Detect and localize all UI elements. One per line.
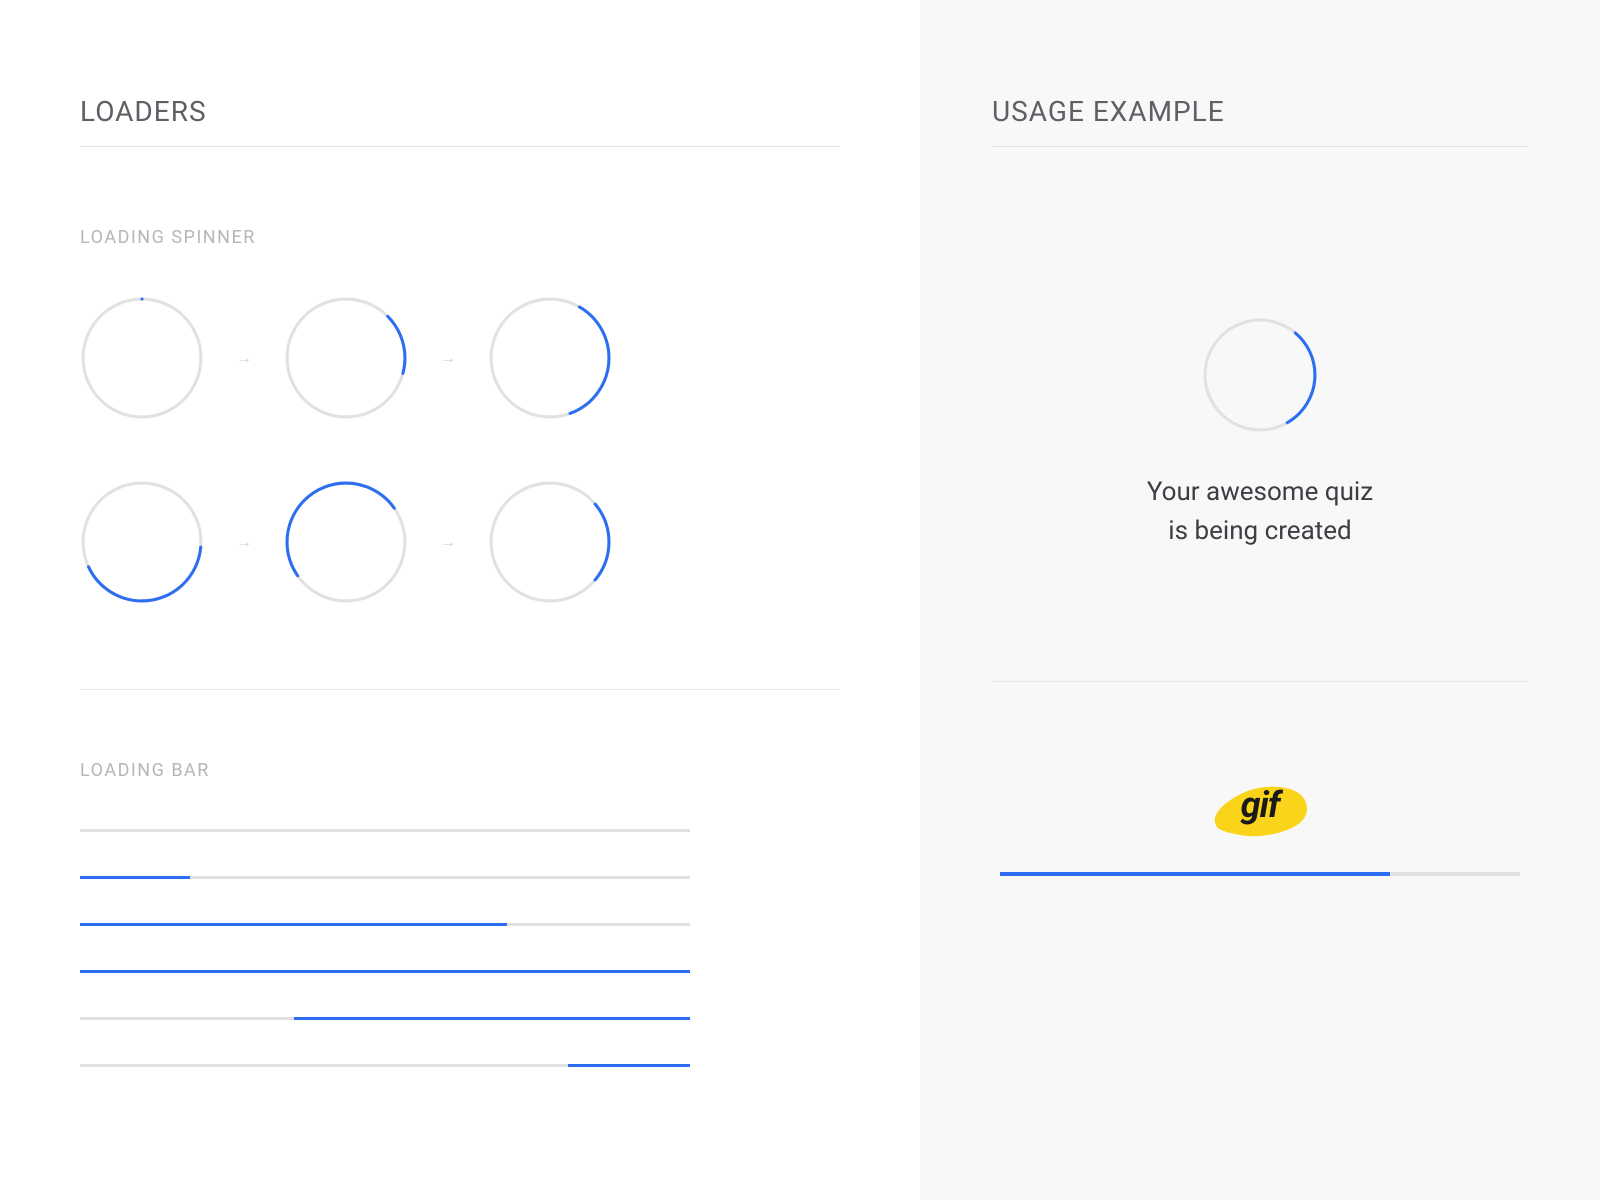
example-text-line2: is being created	[1168, 516, 1351, 546]
spinner	[488, 296, 612, 420]
loading-bar	[80, 1017, 690, 1020]
loading-bar	[80, 923, 690, 926]
loading-bar	[80, 829, 690, 832]
spinner-row: → →	[80, 480, 840, 604]
example-spinner	[1202, 317, 1318, 433]
loading-bar	[80, 970, 690, 973]
gif-example-area: gif	[992, 772, 1528, 876]
example-text-line1: Your awesome quiz	[1147, 477, 1373, 507]
spinner-grid: → → → →	[80, 296, 840, 604]
usage-example-title: USAGE EXAMPLE	[992, 95, 1528, 128]
loading-bar	[80, 1064, 690, 1067]
loading-spinner-title: LOADING SPINNER	[80, 227, 840, 248]
divider	[80, 146, 840, 147]
arrow-right-icon: →	[438, 348, 458, 368]
spinner-row: → →	[80, 296, 840, 420]
spinner	[488, 480, 612, 604]
loading-bar-fill	[80, 970, 690, 973]
bars-container	[80, 829, 840, 1067]
loaders-title: LOADERS	[80, 95, 840, 128]
spinner	[80, 296, 204, 420]
arrow-right-icon: →	[234, 348, 254, 368]
loading-bar-fill	[568, 1064, 690, 1067]
thin-divider	[80, 689, 840, 690]
spinner	[80, 480, 204, 604]
arrow-right-icon: →	[234, 532, 254, 552]
divider	[992, 681, 1528, 682]
loading-bar-title: LOADING BAR	[80, 760, 840, 781]
spinner	[284, 480, 408, 604]
loading-bar-fill	[80, 876, 190, 879]
loading-bar-fill	[294, 1017, 691, 1020]
loading-bar	[80, 876, 690, 879]
arrow-right-icon: →	[438, 532, 458, 552]
gif-label: gif	[1241, 784, 1280, 826]
divider	[992, 146, 1528, 147]
example-spinner-area: Your awesome quiz is being created	[992, 227, 1528, 551]
spinner	[284, 296, 408, 420]
example-text: Your awesome quiz is being created	[1147, 473, 1373, 551]
example-loading-bar-fill	[1000, 872, 1390, 876]
example-loading-bar	[1000, 872, 1520, 876]
gif-badge: gif	[1205, 772, 1315, 842]
loading-bar-fill	[80, 923, 507, 926]
